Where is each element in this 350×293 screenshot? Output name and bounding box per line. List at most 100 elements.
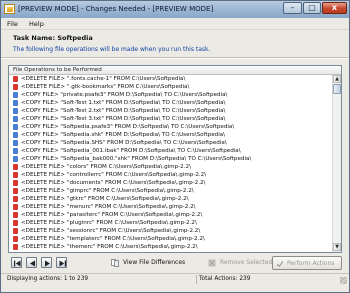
first-page-icon <box>14 260 21 267</box>
list-item[interactable]: <COPY FILE> "private.psafe3" FROM D:\Sof… <box>9 91 332 99</box>
scroll-thumb[interactable] <box>333 84 341 94</box>
list-item[interactable]: <COPY FILE> "Softpedia.shk" FROM D:\Soft… <box>9 131 332 139</box>
list-item[interactable]: <COPY FILE> "Soft-Test 1.txt" FROM D:\So… <box>9 99 332 107</box>
list-item[interactable]: <COPY FILE> "Softpedia.psafe3" FROM D:\S… <box>9 123 332 131</box>
delete-file-icon <box>13 76 18 82</box>
delete-file-icon <box>13 244 18 250</box>
list-item-text: <COPY FILE> "Soft-Test 3.txt" FROM D:\So… <box>21 116 226 122</box>
app-icon <box>4 4 15 14</box>
menu-bar: File Help <box>1 18 349 30</box>
delete-file-icon <box>13 84 18 90</box>
list-item[interactable]: <DELETE FILE> "parasiterc" FROM C:\Users… <box>9 211 332 219</box>
menu-help[interactable]: Help <box>29 20 44 28</box>
separator <box>1 57 349 59</box>
app-window: [PREVIEW MODE] - Changes Needed - [PREVI… <box>0 0 350 293</box>
next-page-button[interactable] <box>41 257 52 268</box>
list-item[interactable]: <DELETE FILE> "gtkrc" FROM C:\Users\Soft… <box>9 195 332 203</box>
first-page-button[interactable] <box>11 257 22 268</box>
copy-file-icon <box>13 116 18 122</box>
list-item-text: <COPY FILE> "Soft-Test 1.txt" FROM D:\So… <box>21 100 226 106</box>
view-file-differences-button[interactable]: View File Differences <box>109 256 185 270</box>
next-page-icon <box>45 260 50 267</box>
list-item[interactable]: <DELETE FILE> ".gtk-bookmarks" FROM C:\U… <box>9 83 332 91</box>
scroll-down-arrow-icon[interactable]: ▼ <box>333 243 341 251</box>
delete-file-icon <box>13 196 18 202</box>
window-title: [PREVIEW MODE] - Changes Needed - [PREVI… <box>18 5 214 13</box>
list-item-text: <DELETE FILE> "menurc" FROM C:\Users\Sof… <box>21 204 196 210</box>
list-item[interactable]: <DELETE FILE> "sessionrc" FROM C:\Users\… <box>9 227 332 235</box>
list-header[interactable]: File Operations to be Performed <box>9 66 341 75</box>
last-page-icon <box>59 260 66 267</box>
perform-actions-button[interactable]: Perform Actions <box>272 256 342 270</box>
perform-actions-label: Perform Actions <box>287 260 335 267</box>
list-item-text: <DELETE FILE> "parasiterc" FROM C:\Users… <box>21 212 203 218</box>
menu-file[interactable]: File <box>7 20 18 28</box>
status-divider <box>196 275 197 284</box>
last-page-button[interactable] <box>56 257 67 268</box>
list-item-text: <DELETE FILE> "gimprc" FROM C:\Users\Sof… <box>21 188 194 194</box>
list-item-text: <DELETE FILE> ".gtk-bookmarks" FROM C:\U… <box>21 84 190 90</box>
view-file-differences-label: View File Differences <box>123 259 186 266</box>
list-item-text: <DELETE FILE> "sessionrc" FROM C:\Users\… <box>21 228 201 234</box>
minimize-button[interactable]: – <box>283 2 302 14</box>
list-item[interactable]: <COPY FILE> "Soft-Test 2.txt" FROM D:\So… <box>9 107 332 115</box>
task-name-label: Task Name: <box>13 34 56 42</box>
list-item-text: <DELETE FILE> "documents" FROM C:\Users\… <box>21 180 206 186</box>
previous-page-button[interactable] <box>26 257 37 268</box>
list-item-text: <COPY FILE> "private.psafe3" FROM D:\Sof… <box>21 92 228 98</box>
resize-grip-icon[interactable] <box>340 277 347 284</box>
list-item[interactable]: <DELETE FILE> "pluginrc" FROM C:\Users\S… <box>9 219 332 227</box>
list-item-text: <COPY FILE> "Softpedia_001.ibak" FROM D:… <box>21 148 241 154</box>
copy-file-icon <box>13 124 18 130</box>
remove-selected-label: Remove Selected <box>220 259 273 266</box>
compare-icon <box>111 259 119 267</box>
vertical-scrollbar[interactable]: ▲ ▼ <box>332 75 341 252</box>
title-bar[interactable]: [PREVIEW MODE] - Changes Needed - [PREVI… <box>1 1 349 18</box>
list-item-text: <DELETE FILE> "themerc" FROM C:\Users\So… <box>21 244 198 250</box>
delete-file-icon <box>13 228 18 234</box>
list-item[interactable]: <DELETE FILE> "colors" FROM C:\Users\Sof… <box>9 163 332 171</box>
delete-file-icon <box>13 212 18 218</box>
list-item[interactable]: <DELETE FILE> ".fonts.cache-1" FROM C:\U… <box>9 75 332 83</box>
remove-icon <box>208 259 216 267</box>
list-item-text: <DELETE FILE> "gtkrc" FROM C:\Users\Soft… <box>21 196 189 202</box>
list-item-text: <DELETE FILE> "templaterc" FROM C:\Users… <box>21 236 205 242</box>
maximize-button[interactable]: □ <box>303 2 321 14</box>
list-item[interactable]: <DELETE FILE> "documents" FROM C:\Users\… <box>9 179 332 187</box>
list-item[interactable]: <DELETE FILE> "templaterc" FROM C:\Users… <box>9 235 332 243</box>
list-item[interactable]: <DELETE FILE> "menurc" FROM C:\Users\Sof… <box>9 203 332 211</box>
list-item-text: <COPY FILE> "Softpedia.psafe3" FROM D:\S… <box>21 124 235 130</box>
copy-file-icon <box>13 132 18 138</box>
task-name-value: Softpedia <box>57 34 93 42</box>
list-item-text: <DELETE FILE> "pluginrc" FROM C:\Users\S… <box>21 220 197 226</box>
list-item[interactable]: <DELETE FILE> "gimprc" FROM C:\Users\Sof… <box>9 187 332 195</box>
delete-file-icon <box>13 172 18 178</box>
list-rows: <DELETE FILE> ".fonts.cache-1" FROM C:\U… <box>9 75 332 252</box>
list-item[interactable]: <DELETE FILE> "controllerrc" FROM C:\Use… <box>9 171 332 179</box>
previous-page-icon <box>30 260 35 267</box>
list-item-text: <DELETE FILE> ".fonts.cache-1" FROM C:\U… <box>21 76 186 82</box>
checkmark-icon <box>276 261 284 268</box>
task-name: Task Name: Softpedia <box>13 34 93 42</box>
list-item[interactable]: <COPY FILE> "Softpedia_bak000."shk" FROM… <box>9 155 332 163</box>
delete-file-icon <box>13 164 18 170</box>
delete-file-icon <box>13 236 18 242</box>
delete-file-icon <box>13 188 18 194</box>
list-item[interactable]: <COPY FILE> "Softpedia_001.ibak" FROM D:… <box>9 147 332 155</box>
list-item[interactable]: <COPY FILE> "Softpedia.SHS" FROM D:\Soft… <box>9 139 332 147</box>
scroll-up-arrow-icon[interactable]: ▲ <box>333 75 341 83</box>
close-button[interactable]: x <box>322 2 347 14</box>
copy-file-icon <box>13 140 18 146</box>
status-total: Total Actions: 239 <box>199 276 251 282</box>
copy-file-icon <box>13 108 18 114</box>
copy-file-icon <box>13 100 18 106</box>
copy-file-icon <box>13 92 18 98</box>
file-operations-list[interactable]: File Operations to be Performed <DELETE … <box>8 65 342 253</box>
delete-file-icon <box>13 204 18 210</box>
list-item[interactable]: <COPY FILE> "Soft-Test 3.txt" FROM D:\So… <box>9 115 332 123</box>
list-item-text: <DELETE FILE> "controllerrc" FROM C:\Use… <box>21 172 207 178</box>
list-item[interactable]: <DELETE FILE> "themerc" FROM C:\Users\So… <box>9 243 332 251</box>
info-message: The following file operations will be ma… <box>13 46 211 53</box>
remove-selected-button[interactable]: Remove Selected <box>206 256 272 270</box>
list-item-text: <COPY FILE> "Softpedia_bak000."shk" FROM… <box>21 156 252 162</box>
